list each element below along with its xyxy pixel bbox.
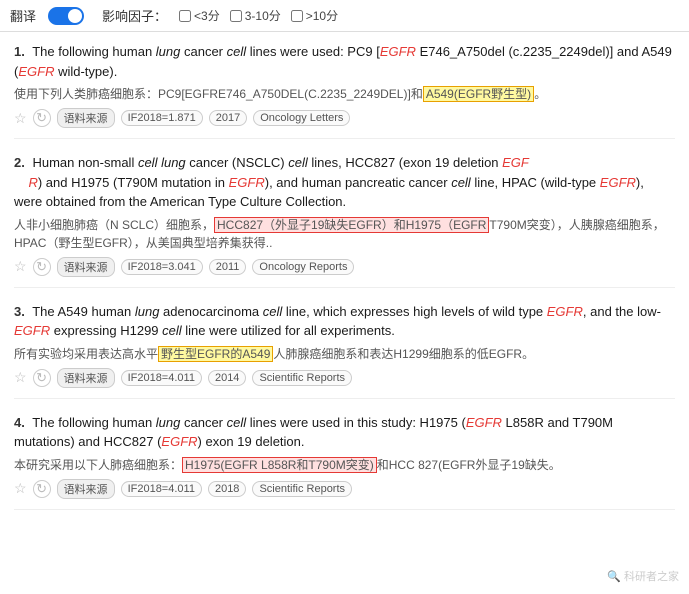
egfr-red-4: EGFR [229, 175, 265, 190]
cell-italic-5: cell [162, 323, 182, 338]
result-2-chinese: 人非小细胞肺癌（N SCLC）细胞系，HCC827（外显子19缺失EGFR）和H… [14, 216, 675, 252]
result-item-4: 4. The following human lung cancer cell … [14, 413, 675, 510]
result-2-number: 2. [14, 155, 25, 170]
star-icon-4[interactable]: ☆ [14, 480, 27, 497]
result-item-2: 2. Human non-small cell lung cancer (NSC… [14, 153, 675, 288]
result-1-english: 1. The following human lung cancer cell … [14, 42, 675, 81]
filter-3-10-checkbox[interactable] [230, 10, 242, 22]
recycle-icon-4[interactable]: ↻ [33, 480, 51, 498]
translate-toggle[interactable] [48, 7, 84, 25]
filter-3-10-label: 3-10分 [245, 7, 281, 24]
result-4-english: 4. The following human lung cancer cell … [14, 413, 675, 452]
translate-label: 翻译 [10, 6, 36, 25]
watermark: 🔍 科研者之家 [607, 568, 679, 584]
egfr-red-9: EGFR [161, 434, 197, 449]
lung-italic-1: lung [156, 44, 181, 59]
cell-italic-3: cell [451, 175, 471, 190]
result-4-number: 4. [14, 415, 25, 430]
year-tag-2: 2011 [209, 259, 247, 275]
chinese-highlight-3: 野生型EGFR的A549 [158, 346, 273, 362]
source-tag-4[interactable]: 语料来源 [57, 479, 115, 499]
if-tag-2: IF2018=3.041 [121, 259, 203, 275]
if-tag-4: IF2018=4.011 [121, 481, 202, 497]
filter-lt3-checkbox[interactable] [179, 10, 191, 22]
filter-lt3[interactable]: <3分 [179, 7, 220, 24]
year-tag-4: 2018 [208, 481, 246, 497]
filter-label: 影响因子： [102, 6, 167, 25]
chinese-highlight-1: A549(EGFR野生型) [423, 86, 534, 102]
journal-tag-1: Oncology Letters [253, 110, 350, 126]
result-3-chinese: 所有实验均采用表达高水平野生型EGFR的A549人肺腺癌细胞系和表达H1299细… [14, 345, 675, 363]
recycle-icon-3[interactable]: ↻ [33, 369, 51, 387]
result-3-number: 3. [14, 304, 25, 319]
filter-3-10[interactable]: 3-10分 [230, 7, 281, 24]
if-tag-1: IF2018=1.871 [121, 110, 203, 126]
result-2-english: 2. Human non-small cell lung cancer (NSC… [14, 153, 675, 212]
egfr-red-5: EGFR [600, 175, 636, 190]
chinese-highlight-4: H1975(EGFR L858R和T790M突变) [182, 457, 377, 473]
result-1-meta: ☆ ↻ 语料来源 IF2018=1.871 2017 Oncology Lett… [14, 108, 675, 128]
cell-italic-2: cell [288, 155, 308, 170]
recycle-icon-1[interactable]: ↻ [33, 109, 51, 127]
egfr-red-7: EGFR [14, 323, 50, 338]
filter-gt10-checkbox[interactable] [291, 10, 303, 22]
star-icon-1[interactable]: ☆ [14, 110, 27, 127]
egfr-red-1: EGFR [380, 44, 416, 59]
star-icon-3[interactable]: ☆ [14, 369, 27, 386]
cell-italic-4: cell [263, 304, 283, 319]
result-3-meta: ☆ ↻ 语料来源 IF2018=4.011 2014 Scientific Re… [14, 368, 675, 388]
result-4-meta: ☆ ↻ 语料来源 IF2018=4.011 2018 Scientific Re… [14, 479, 675, 499]
result-1-number: 1. [14, 44, 25, 59]
star-icon-2[interactable]: ☆ [14, 258, 27, 275]
filter-gt10[interactable]: >10分 [291, 7, 338, 24]
cell-lung-italic: cell lung [138, 155, 186, 170]
egfr-red-8: EGFR [466, 415, 502, 430]
chinese-highlight-2: HCC827（外显子19缺失EGFR）和H1975（EGFR [214, 217, 489, 233]
top-bar: 翻译 影响因子： <3分 3-10分 >10分 [0, 0, 689, 32]
result-item-3: 3. The A549 human lung adenocarcinoma ce… [14, 302, 675, 399]
source-tag-3[interactable]: 语料来源 [57, 368, 115, 388]
recycle-icon-2[interactable]: ↻ [33, 258, 51, 276]
main-content: 1. The following human lung cancer cell … [0, 32, 689, 534]
lung-italic-3: lung [135, 304, 160, 319]
year-tag-1: 2017 [209, 110, 247, 126]
journal-tag-2: Oncology Reports [252, 259, 354, 275]
cell-italic-6: cell [227, 415, 247, 430]
lung-italic-4: lung [156, 415, 181, 430]
source-tag-1[interactable]: 语料来源 [57, 108, 115, 128]
filter-lt3-label: <3分 [194, 7, 220, 24]
journal-tag-3: Scientific Reports [252, 370, 352, 386]
if-tag-3: IF2018=4.011 [121, 370, 202, 386]
egfr-red-6: EGFR [547, 304, 583, 319]
filter-group: <3分 3-10分 >10分 [179, 7, 338, 24]
egfr-red-2: EGFR [18, 64, 54, 79]
cell-italic-1: cell [227, 44, 247, 59]
result-4-chinese: 本研究采用以下人肺癌细胞系：H1975(EGFR L858R和T790M突变)和… [14, 456, 675, 474]
result-1-chinese: 使用下列人类肺癌细胞系：PC9[EGFRE746_A750DEL(C.2235_… [14, 85, 675, 103]
source-tag-2[interactable]: 语料来源 [57, 257, 115, 277]
result-item-1: 1. The following human lung cancer cell … [14, 42, 675, 139]
year-tag-3: 2014 [208, 370, 246, 386]
filter-gt10-label: >10分 [306, 7, 338, 24]
result-2-meta: ☆ ↻ 语料来源 IF2018=3.041 2011 Oncology Repo… [14, 257, 675, 277]
result-3-english: 3. The A549 human lung adenocarcinoma ce… [14, 302, 675, 341]
journal-tag-4: Scientific Reports [252, 481, 352, 497]
